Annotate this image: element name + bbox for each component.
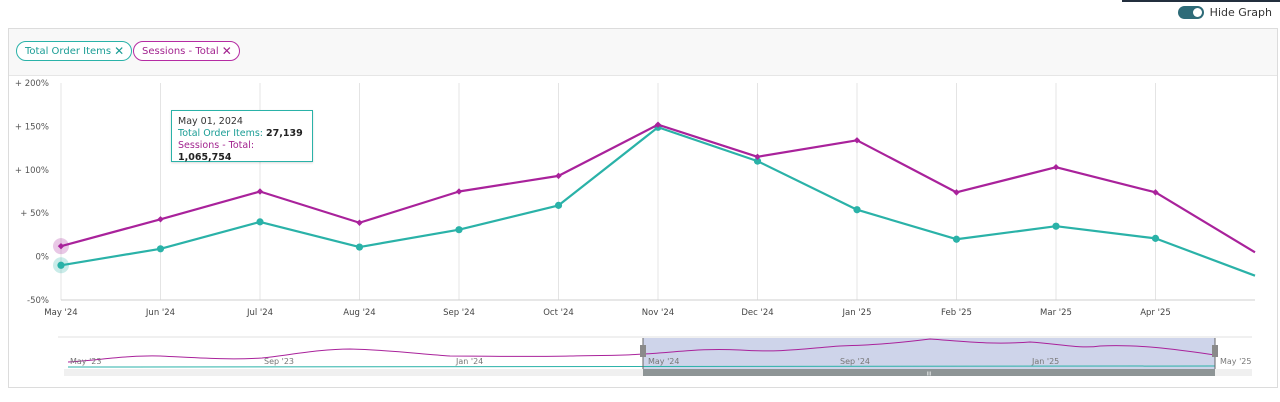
series-point [455,188,463,195]
series-point [157,216,164,223]
series-point [455,226,463,234]
series-point [355,243,364,251]
x-tick-label: May '24 [44,308,77,318]
tooltip-series2-value: 1,065,754 [178,152,232,163]
hover-halo [53,257,69,274]
x-tick-label: Dec '24 [741,308,773,318]
series-point [256,218,264,226]
scroll-grip-icon: III [927,372,931,378]
chart-tooltip: May 01, 2024 Total Order Items: 27,139 S… [171,110,313,163]
y-tick-label: + 150% [15,122,49,132]
y-tick-label: -50% [27,296,49,306]
y-tick-label: + 50% [20,209,49,219]
series-point [853,206,861,214]
series-point [1151,234,1160,242]
x-tick-label: Nov '24 [642,308,674,318]
y-tick-label: + 200% [15,79,49,89]
x-tick-label: Jun '24 [145,308,175,318]
x-tick-label: Apr '25 [1140,308,1171,318]
navigator-left-handle [640,345,646,357]
series-point [1052,163,1060,171]
navigator-label: Sep '23 [264,357,294,366]
navigator-label: Sep '24 [840,357,870,366]
x-tick-label: Jul '24 [246,308,273,318]
hover-halo [53,238,69,255]
tooltip-series2-label: Sessions - Total: [178,140,255,151]
tooltip-date: May 01, 2024 [178,116,243,127]
series-point [256,188,264,195]
tooltip-series1-label: Total Order Items: [178,128,263,139]
navigator-label: May '25 [1220,357,1251,366]
series-point [554,201,563,209]
series-point [156,245,165,253]
navigator-label: Jan '25 [1031,357,1059,366]
x-tick-label: Sep '24 [443,308,475,318]
y-tick-label: 0% [36,253,50,263]
x-tick-label: Oct '24 [543,308,574,318]
navigator-label: Jan '24 [455,357,483,366]
navigator-label: May '23 [70,357,101,366]
navigator-label: May '24 [648,357,679,366]
tooltip-series1-value: 27,139 [266,128,303,139]
x-tick-label: Jan '25 [842,308,872,318]
x-tick-label: Aug '24 [343,308,375,318]
series-point [952,235,961,243]
x-tick-label: Feb '25 [941,308,972,318]
y-tick-label: + 100% [15,166,49,176]
navigator-right-handle [1212,345,1218,357]
series-point [356,219,363,226]
line-chart[interactable]: + 200% + 150% + 100% + 50% 0% -50% May '24 Jun … [0,0,1280,402]
x-tick-label: Mar '25 [1040,308,1072,318]
navigator-selection [643,338,1215,369]
series-point [1052,222,1060,230]
